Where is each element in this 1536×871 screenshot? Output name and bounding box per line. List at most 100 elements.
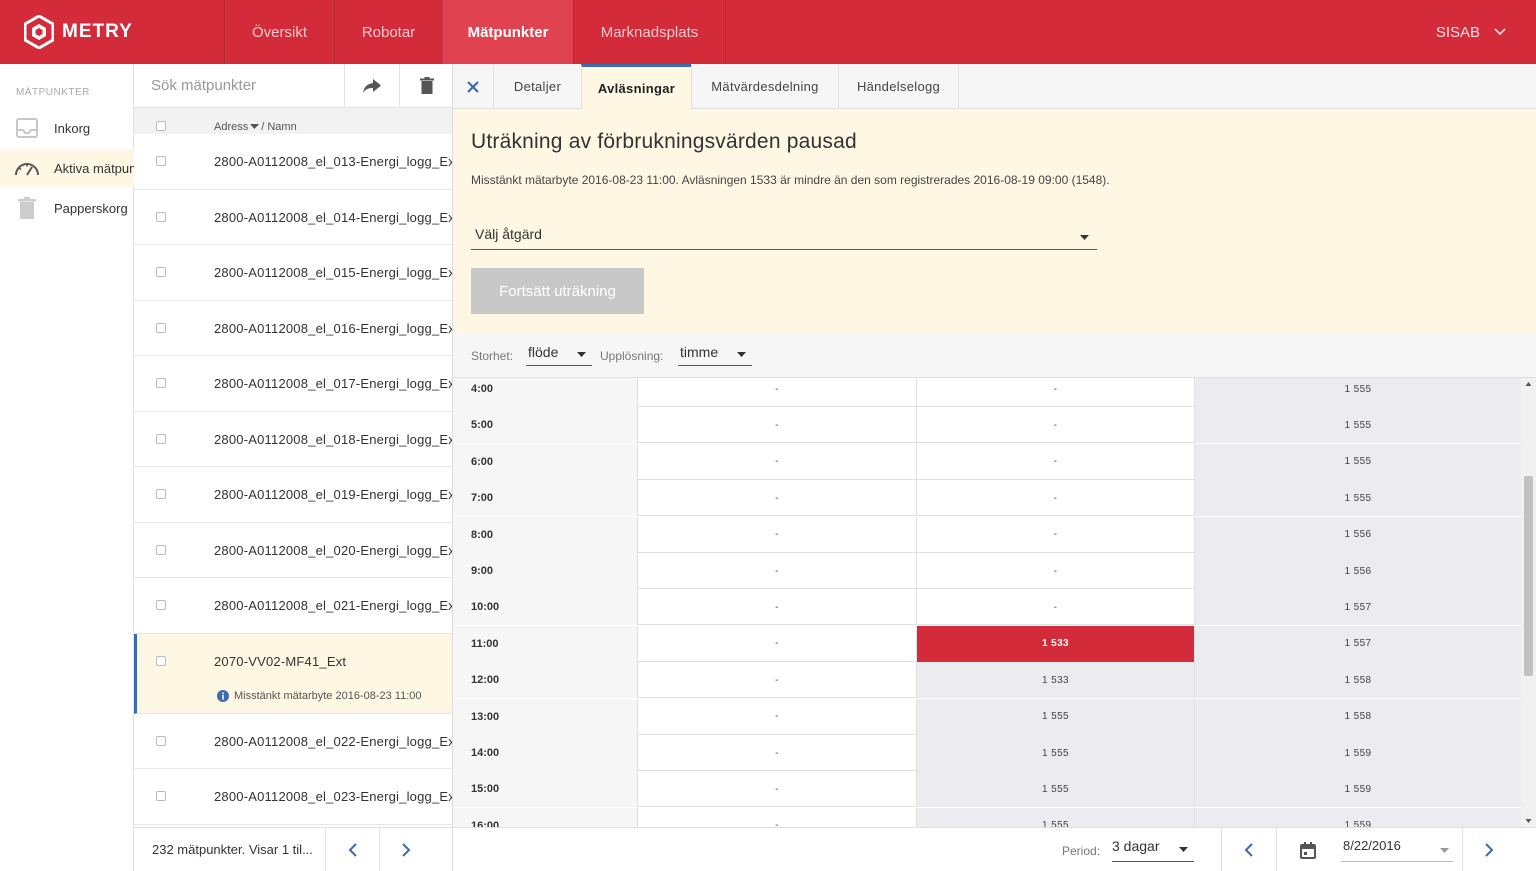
row-checkbox[interactable] — [156, 735, 166, 746]
meter-name: 2800-A0112008_el_015-Energi_logg_Ext — [214, 265, 453, 280]
search-input[interactable]: Sök mätpunkter — [134, 64, 344, 108]
list-item[interactable]: 2800-A0112008_el_021-Energi_logg_Ext — [134, 578, 452, 634]
reading-cell[interactable]: - — [637, 480, 916, 517]
reading-cell[interactable]: 1 555 — [1194, 378, 1521, 407]
reading-cell[interactable]: 1 555 — [916, 735, 1194, 771]
list-item[interactable]: 2070-VV02-MF41_Ext Misstänkt mätarbyte 20… — [134, 633, 452, 714]
delete-button[interactable] — [399, 64, 452, 108]
reading-cell[interactable]: - — [916, 516, 1194, 553]
sort-down-icon — [250, 124, 260, 129]
list-item[interactable]: 2800-A0112008_el_023-Energi_logg_Ext — [134, 769, 452, 825]
nav-matpunkter[interactable]: Mätpunkter — [442, 0, 573, 64]
reading-cell[interactable]: - — [637, 807, 916, 827]
list-item[interactable]: 2800-A0112008_el_016-Energi_logg_Ext — [134, 300, 452, 356]
tab-detaljer[interactable]: Detaljer — [493, 64, 581, 109]
reading-cell[interactable]: - — [637, 443, 916, 480]
reading-filters: Storhet: flöde Upplösning: timme — [453, 334, 1536, 378]
prev-period-button[interactable] — [1221, 828, 1275, 871]
reading-cell[interactable]: 1 555 — [1194, 480, 1521, 517]
list-item[interactable]: 2800-A0112008_el_022-Energi_logg_Ext — [134, 713, 452, 769]
row-checkbox[interactable] — [156, 433, 166, 444]
reading-cell[interactable]: - — [637, 407, 916, 444]
row-checkbox[interactable] — [156, 267, 166, 277]
list-item[interactable]: 2800-A0112008_el_014-Energi_logg_Ext — [134, 189, 452, 245]
reading-cell[interactable]: - — [637, 553, 916, 589]
list-item[interactable]: 2800-A0112008_el_015-Energi_logg_Ext — [134, 245, 453, 301]
prev-page-button[interactable] — [325, 828, 379, 871]
reading-cell[interactable]: 1 556 — [1194, 553, 1521, 589]
row-checkbox[interactable] — [156, 655, 166, 666]
reading-cell[interactable]: - — [637, 735, 916, 771]
reading-cell[interactable]: 1 555 — [1194, 407, 1521, 444]
reading-cell[interactable]: 1 555 — [916, 771, 1194, 808]
scrollbar-thumb[interactable] — [1524, 476, 1533, 676]
reading-cell[interactable]: - — [916, 589, 1194, 626]
reading-cell[interactable]: 1 557 — [1194, 625, 1521, 662]
nav-marknadsplats[interactable]: Marknadsplats — [573, 0, 725, 64]
reading-cell[interactable]: 1 555 — [916, 698, 1194, 735]
list-item[interactable]: 2800-A0112008_el_013-Energi_logg_Ext — [134, 134, 452, 190]
reading-cell[interactable]: 1 559 — [1194, 771, 1521, 808]
reading-cell[interactable]: - — [916, 553, 1194, 589]
tab-avlasningar[interactable]: Avläsningar — [581, 64, 691, 109]
reading-cell[interactable]: - — [637, 625, 916, 662]
share-button[interactable] — [344, 64, 398, 108]
reading-cell[interactable]: - — [916, 480, 1194, 517]
list-item[interactable]: 2800-A0112008_el_017-Energi_logg_Ext — [134, 356, 452, 412]
next-page-button[interactable] — [379, 828, 433, 871]
readings-scrollbar[interactable] — [1521, 378, 1536, 827]
reading-cell[interactable]: 1 559 — [1194, 735, 1521, 771]
nav-robotar[interactable]: Robotar — [334, 0, 442, 64]
chevron-right-icon — [402, 843, 411, 857]
reading-cell[interactable]: 1 555 — [916, 807, 1194, 827]
select-all-checkbox[interactable] — [156, 121, 166, 131]
calendar-button[interactable] — [1276, 828, 1338, 871]
sidebar-item-aktiva-matpunkter[interactable]: Aktiva mätpunkter — [0, 149, 134, 187]
list-item[interactable]: 2800-A0112008_el_020-Energi_logg_Ext — [134, 522, 452, 578]
reading-cell[interactable]: 1 559 — [1194, 807, 1521, 827]
close-button[interactable] — [453, 64, 493, 109]
list-item[interactable]: 2800-A0112008_el_019-Energi_logg_Ext — [134, 467, 452, 523]
action-select[interactable]: Välj åtgärd — [471, 226, 1097, 250]
reading-cell[interactable]: 1 533 — [916, 625, 1194, 662]
reading-cell[interactable]: 1 533 — [916, 662, 1194, 699]
reading-cell[interactable]: 1 558 — [1194, 662, 1521, 699]
list-item[interactable]: 2800-A0112008_el_018-Energi_logg_Ext — [134, 411, 452, 467]
nav-oversikt[interactable]: Översikt — [224, 0, 334, 64]
reading-cell[interactable]: 1 555 — [1194, 443, 1521, 480]
reading-cell[interactable]: - — [637, 771, 916, 808]
resolution-select[interactable]: timme — [678, 344, 752, 366]
meter-count: 232 mätpunkter. Visar 1 til... — [152, 842, 313, 857]
row-checkbox[interactable] — [156, 791, 166, 801]
reading-cell[interactable]: - — [916, 407, 1194, 444]
row-checkbox[interactable] — [156, 211, 166, 222]
date-field[interactable]: 8/22/2016 — [1341, 838, 1453, 862]
row-checkbox[interactable] — [156, 378, 166, 388]
metry-logo[interactable]: METRY — [24, 14, 133, 50]
row-checkbox[interactable] — [156, 156, 166, 166]
row-checkbox[interactable] — [156, 544, 166, 555]
sidebar-item-inkorg[interactable]: Inkorg — [0, 109, 134, 147]
reading-cell[interactable]: - — [916, 443, 1194, 480]
period-select[interactable]: 3 dagar — [1112, 838, 1194, 862]
reading-cell[interactable]: 1 557 — [1194, 589, 1521, 626]
row-checkbox[interactable] — [156, 322, 166, 333]
reading-cell[interactable]: - — [637, 662, 916, 699]
reading-cell[interactable]: - — [637, 589, 916, 626]
tab-handelselogg[interactable]: Händelselogg — [838, 64, 958, 109]
row-checkbox[interactable] — [156, 489, 166, 499]
sidebar-item-papperskorg[interactable]: Papperskorg — [0, 189, 134, 227]
quantity-select[interactable]: flöde — [526, 344, 592, 366]
reading-cell[interactable]: 1 556 — [1194, 516, 1521, 553]
reading-cell[interactable]: 1 558 — [1194, 698, 1521, 735]
tab-matvardesdelning[interactable]: Mätvärdesdelning — [691, 64, 838, 109]
account-menu[interactable]: SISAB — [1436, 0, 1506, 64]
sort-address-name[interactable]: Adress / Namn — [214, 121, 297, 133]
reading-cell[interactable]: - — [637, 378, 916, 407]
reading-cell[interactable]: - — [637, 698, 916, 735]
row-checkbox[interactable] — [156, 600, 166, 610]
next-period-button[interactable] — [1462, 828, 1516, 871]
reading-cell[interactable]: - — [916, 378, 1194, 407]
continue-calculation-button[interactable]: Fortsätt uträkning — [471, 268, 644, 314]
reading-cell[interactable]: - — [637, 516, 916, 553]
